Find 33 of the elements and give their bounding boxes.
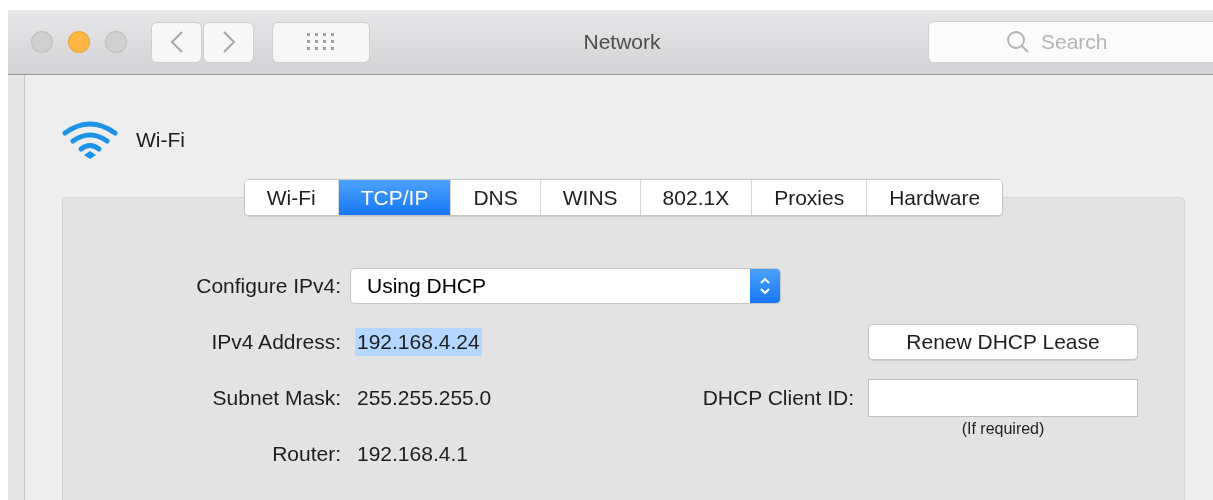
search-icon [1006,30,1030,54]
window-control-button[interactable] [31,31,53,53]
field-label: IPv4 Address: [210,330,341,354]
window-control-button[interactable] [68,31,90,53]
search-field[interactable]: Search [928,21,1213,63]
show-all-button[interactable] [272,21,370,63]
chevron-right-icon [221,30,236,54]
field-label: DHCP Client ID: [702,386,854,410]
renew-lease-button[interactable]: Renew DHCP Lease [868,324,1138,360]
tab[interactable]: Hardware [866,180,1003,215]
service-name: Wi-Fi [136,128,185,152]
field-label: Router: [271,442,341,466]
tab[interactable]: Wi-Fi [244,180,338,215]
tab[interactable]: Proxies [751,180,867,215]
field-value: 192.168.4.24 [355,328,482,356]
client-id-field[interactable] [868,379,1138,417]
tab[interactable]: WINS [539,180,640,215]
field-label: Configure IPv4: [195,274,341,298]
back-button[interactable] [151,21,202,63]
wifi-icon [62,121,118,159]
hint-text: (If required) [960,420,1046,438]
chevron-left-icon [169,30,184,54]
stepper-icon [758,275,772,297]
field-label: Subnet Mask: [211,386,341,410]
grid-icon [307,33,335,51]
configure-dropdown[interactable]: Using DHCP [350,268,781,304]
field-value: 192.168.4.1 [356,441,469,467]
forward-button[interactable] [203,21,254,63]
window-title: Network [583,30,661,53]
tab[interactable]: 802.1X [639,180,752,215]
tab[interactable]: DNS [450,180,540,215]
window-control-button[interactable] [105,31,127,53]
field-value: 255.255.255.0 [356,385,493,411]
